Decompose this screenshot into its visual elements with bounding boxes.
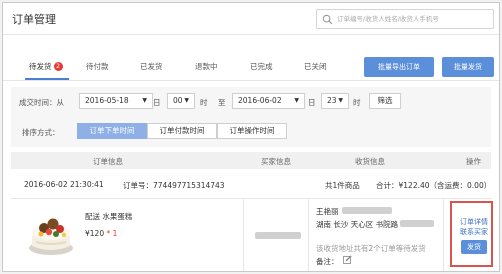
col-shipping-info: 收货信息 xyxy=(355,157,385,166)
caret-down-icon: ▼ xyxy=(142,97,147,104)
tab-pending-payment[interactable]: 待付款 xyxy=(86,61,109,72)
order-management-window: 订单管理 待发货2 待付款 已发货 退款中 已完成 已关闭 批量导出订单 批量发… xyxy=(2,2,500,272)
count-badge: 2 xyxy=(53,62,63,71)
caret-down-icon: ▼ xyxy=(338,97,343,104)
hour-label: 时 xyxy=(353,98,361,107)
table-header: 订单信息 买家信息 收货信息 操作 xyxy=(11,152,491,169)
start-hour-select[interactable]: 00 ▼ xyxy=(167,93,195,109)
trade-time-label: 成交时间：从 xyxy=(19,98,64,107)
caret-down-icon: ▼ xyxy=(294,97,299,104)
day-label: 日 xyxy=(153,98,161,107)
divider xyxy=(3,34,499,35)
end-date-select[interactable]: 2016-06-02 ▼ xyxy=(232,93,305,109)
receiver-address: 湖南 长沙 天心区 书院路 xyxy=(316,220,399,229)
edit-icon[interactable] xyxy=(343,255,352,264)
order-datetime: 2016-06-02 21:30:41 xyxy=(24,180,104,189)
tab-closed[interactable]: 已关闭 xyxy=(304,61,327,72)
end-date-value: 2016-06-02 xyxy=(238,96,282,105)
order-total: 合计：¥122.40（含运费：0.00） xyxy=(376,181,492,190)
item-count: 共1件商品 xyxy=(325,181,360,190)
sort-by-order-time[interactable]: 订单下单时间 xyxy=(77,123,147,139)
end-hour-select[interactable]: 23 ▼ xyxy=(321,93,349,109)
tab-label: 待发货 xyxy=(29,62,52,71)
tab-shipped[interactable]: 已发货 xyxy=(140,61,163,72)
column-divider xyxy=(243,199,244,271)
tab-refunding[interactable]: 退款中 xyxy=(195,61,218,72)
product-image xyxy=(26,208,76,258)
contact-buyer-link[interactable]: 联系买家 xyxy=(460,227,488,237)
order-status-tabs: 待发货 2 待付款 已发货 退款中 已完成 已关闭 xyxy=(3,61,363,80)
start-date-value: 2016-05-18 xyxy=(85,96,129,105)
product-price: ¥120 xyxy=(85,229,105,238)
search-input[interactable] xyxy=(337,12,489,26)
sort-label: 排序方式： xyxy=(22,128,60,137)
receiver-name: 王艳丽 xyxy=(316,207,339,216)
buyer-info-redacted xyxy=(255,232,301,239)
to-label: 至 xyxy=(218,98,226,107)
page-title: 订单管理 xyxy=(12,13,56,26)
ship-button[interactable]: 发货 xyxy=(461,240,487,254)
batch-ship-button[interactable]: 批量发货 xyxy=(442,57,494,77)
order-summary-row: 2016-06-02 21:30:41 订单号：774497715314743 … xyxy=(11,169,491,199)
receiver-phone-redacted xyxy=(342,207,392,214)
hour-label: 时 xyxy=(200,98,208,107)
start-hour-value: 00 xyxy=(173,96,183,105)
tab-pending-ship[interactable]: 待发货 2 xyxy=(29,61,63,72)
filter-button[interactable]: 筛选 xyxy=(369,93,401,109)
end-hour-value: 23 xyxy=(327,96,337,105)
search-icon xyxy=(322,14,333,25)
pending-orders-note: 该收货地址共有2个订单等待发货 xyxy=(316,244,426,253)
product-price-qty: ¥120 * 1 xyxy=(85,229,117,238)
start-date-select[interactable]: 2016-05-18 ▼ xyxy=(79,93,153,109)
filter-panel: 成交时间：从 2016-05-18 ▼ 日 00 ▼ 时 至 2016-06-02 ▼… xyxy=(11,87,491,147)
day-label: 日 xyxy=(308,98,316,107)
address-detail-redacted xyxy=(400,220,434,227)
product-name: 配送 水果蛋糕 xyxy=(85,212,133,221)
col-buyer-info: 买家信息 xyxy=(261,157,291,166)
product-quantity: * 1 xyxy=(106,229,118,238)
divider xyxy=(3,80,499,81)
remark-label: 备注： xyxy=(316,257,339,266)
tab-completed[interactable]: 已完成 xyxy=(250,61,273,72)
sort-by-operation-time[interactable]: 订单操作时间 xyxy=(217,123,287,139)
caret-down-icon: ▼ xyxy=(184,97,189,104)
order-number: 订单号：774497715314743 xyxy=(123,181,225,190)
batch-export-button[interactable]: 批量导出订单 xyxy=(364,57,434,77)
order-detail-link[interactable]: 订单详情 xyxy=(460,217,488,227)
col-order-info: 订单信息 xyxy=(93,157,123,166)
sort-by-payment-time[interactable]: 订单付款时间 xyxy=(147,123,217,139)
col-actions: 操作 xyxy=(466,157,481,166)
column-divider xyxy=(443,199,444,271)
search-box[interactable] xyxy=(316,9,494,29)
column-divider xyxy=(308,199,309,271)
